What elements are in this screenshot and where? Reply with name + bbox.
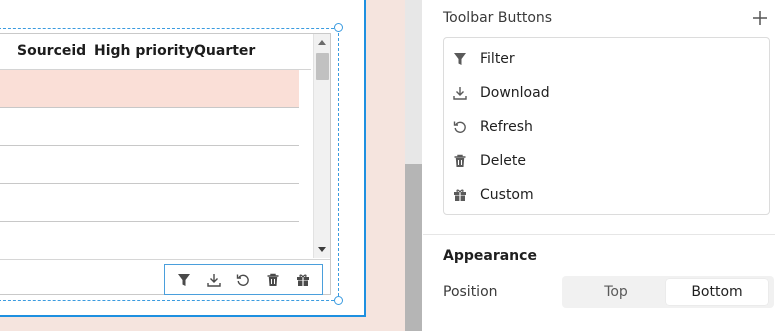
list-item-custom[interactable]: Custom (444, 178, 769, 212)
refresh-icon[interactable] (232, 269, 254, 291)
table-row[interactable] (0, 184, 299, 222)
refresh-icon (452, 119, 468, 135)
properties-panel: Toolbar Buttons Filter Download Refresh (423, 0, 775, 331)
position-option-top[interactable]: Top (565, 279, 667, 305)
column-header-quarter[interactable]: Quarter (194, 43, 255, 59)
resize-handle-top-right[interactable] (334, 23, 343, 32)
toolbar-buttons-title: Toolbar Buttons (443, 10, 553, 26)
appearance-title: Appearance (443, 248, 537, 264)
table-header: Sourceid High priority Quarter (0, 34, 311, 70)
list-item-label: Delete (480, 153, 526, 169)
list-item-filter[interactable]: Filter (444, 42, 769, 76)
position-label: Position (443, 284, 498, 300)
list-item-label: Refresh (480, 119, 533, 135)
position-toggle: Top Bottom (562, 276, 774, 308)
filter-icon (452, 51, 468, 67)
delete-icon[interactable] (262, 269, 284, 291)
canvas-frame: Sourceid High priority Quarter (0, 0, 366, 317)
position-option-bottom[interactable]: Bottom (666, 279, 768, 305)
custom-icon[interactable] (292, 269, 314, 291)
table-row[interactable] (0, 146, 299, 184)
download-icon[interactable] (203, 269, 225, 291)
list-item-label: Filter (480, 51, 515, 67)
delete-icon (452, 153, 468, 169)
editor-scrollbar-thumb[interactable] (405, 164, 422, 331)
section-divider (423, 234, 775, 235)
table-toolbar (164, 264, 323, 295)
resize-handle-bottom-right[interactable] (334, 296, 343, 305)
list-item-delete[interactable]: Delete (444, 144, 769, 178)
scrollbar-thumb[interactable] (316, 53, 329, 80)
toolbar-buttons-list: Filter Download Refresh Delete Custom (443, 37, 770, 215)
table-row[interactable] (0, 222, 299, 260)
scroll-up-arrow-icon[interactable] (318, 40, 326, 45)
list-item-label: Download (480, 85, 550, 101)
canvas-area: Sourceid High priority Quarter (0, 0, 405, 331)
add-button-plus-icon[interactable] (752, 10, 768, 26)
list-item-label: Custom (480, 187, 534, 203)
table-scrollbar[interactable] (313, 34, 330, 258)
list-item-download[interactable]: Download (444, 76, 769, 110)
table-row[interactable] (0, 108, 299, 146)
table-row[interactable] (0, 70, 299, 108)
canvas-gutter (379, 0, 405, 331)
scroll-down-arrow-icon[interactable] (318, 247, 326, 252)
filter-icon[interactable] (173, 269, 195, 291)
custom-icon (452, 187, 468, 203)
column-header-sourceid[interactable]: Sourceid (17, 43, 86, 59)
download-icon (452, 85, 468, 101)
table-footer (0, 259, 330, 295)
list-item-refresh[interactable]: Refresh (444, 110, 769, 144)
table-widget[interactable]: Sourceid High priority Quarter (0, 33, 331, 295)
column-header-high-priority[interactable]: High priority (94, 43, 194, 59)
